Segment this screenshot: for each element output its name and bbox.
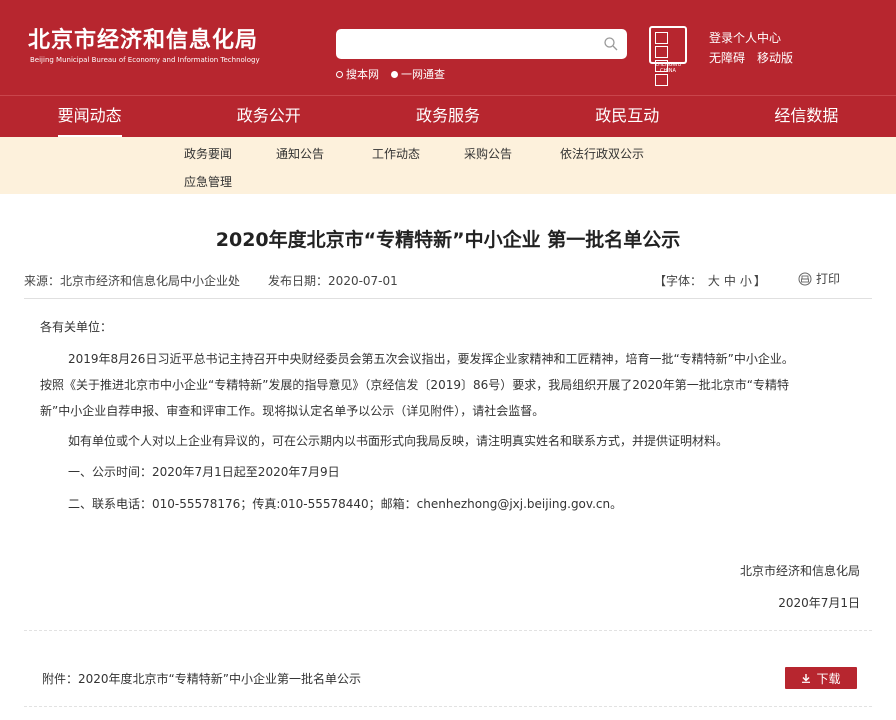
nav-news[interactable]: 要闻动态 (0, 96, 179, 137)
attachment-divider-bottom (24, 706, 872, 707)
nav-interaction[interactable]: 政民互动 (538, 96, 717, 137)
emblem-caption: ZHENGWU CHINA (654, 62, 682, 74)
accessibility-link[interactable]: 无障碍 (709, 48, 745, 68)
scope-site-radio[interactable]: 搜本网 (336, 66, 379, 82)
font-large-button[interactable]: 大 (708, 274, 720, 288)
subnav-work-updates[interactable]: 工作动态 (372, 145, 464, 162)
font-medium-button[interactable]: 中 (724, 274, 736, 288)
scope-all-radio[interactable]: 一网通查 (391, 66, 445, 82)
download-label: 下载 (816, 671, 841, 686)
paragraph-period: 一、公示时间：2020年7月1日起至2020年7月9日 (68, 465, 340, 479)
search-input[interactable] (346, 34, 596, 54)
date-value: 2020-07-01 (328, 274, 398, 288)
radio-off-icon (336, 70, 343, 78)
font-small-button[interactable]: 小 (740, 274, 752, 288)
personal-center-link[interactable]: 个人中心 (733, 31, 781, 45)
article-meta: 来源：北京市经济和信息化局中小企业处 发布日期：2020-07-01 (24, 272, 398, 289)
site-logo-title[interactable]: 北京市经济和信息化局 (28, 22, 258, 54)
font-size-control: 【字体： 大中小】 (654, 272, 766, 289)
search-scope: 搜本网 一网通查 (336, 66, 445, 82)
paragraph-1: 2019年8月26日习近平总书记主持召开中央财经委员会第五次会议指出，要发挥企业… (40, 346, 858, 424)
main-nav: 要闻动态 政务公开 政务服务 政民互动 经信数据 (0, 95, 896, 137)
printer-icon (798, 272, 812, 285)
date-label: 发布日期： (268, 274, 329, 288)
paragraph-2: 如有单位或个人对以上企业有异议的，可在公示期内以书面形式向我局反映，请注明真实姓… (68, 434, 729, 448)
zhengwu-emblem-icon[interactable] (649, 26, 687, 86)
nav-data[interactable]: 经信数据 (717, 96, 896, 137)
font-end: 】 (753, 274, 766, 288)
radio-on-icon (391, 70, 398, 78)
site-logo-subtitle: Beijing Municipal Bureau of Economy and … (30, 56, 260, 64)
paragraph-1-line: 按照《关于推进北京市中小企业“专精特新”发展的指导意见》（京经信发〔2019〕8… (40, 378, 790, 392)
greeting: 各有关单位： (40, 320, 113, 334)
top-links: 登录个人中心 无障碍 移动版 (709, 28, 793, 68)
scope-all-label: 一网通查 (401, 68, 445, 81)
download-icon (802, 674, 811, 683)
article-title: 2020年度北京市“专精特新”中小企业 第一批名单公示 (215, 229, 681, 251)
attachment-divider-top (24, 630, 872, 631)
mobile-version-link[interactable]: 移动版 (757, 48, 793, 68)
subnav-procurement[interactable]: 采购公告 (464, 145, 560, 162)
meta-divider (24, 298, 872, 299)
nav-gov-open[interactable]: 政务公开 (179, 96, 358, 137)
sub-nav: 政务要闻 通知公告 工作动态 采购公告 依法行政双公示 应急管理 (0, 137, 896, 194)
signature-date: 2020年7月1日 (778, 596, 860, 610)
signature-org: 北京市经济和信息化局 (739, 564, 860, 578)
paragraph-1-line: 2019年8月26日习近平总书记主持召开中央财经委员会第五次会议指出，要发挥企业… (68, 352, 794, 366)
subnav-gov-news[interactable]: 政务要闻 (184, 145, 276, 162)
attachment-link[interactable]: 附件：2020年度北京市“专精特新”中小企业第一批名单公示 (42, 670, 361, 687)
scope-site-label: 搜本网 (346, 68, 379, 81)
search-icon[interactable] (603, 36, 619, 52)
site-header: 北京市经济和信息化局 Beijing Municipal Bureau of E… (0, 0, 896, 95)
print-button[interactable]: 打印 (798, 270, 840, 287)
subnav-double-disclosure[interactable]: 依法行政双公示 (560, 145, 644, 162)
paragraph-1-line: 新”中小企业自荐申报、审查和评审工作。现将拟认定名单予以公示（详见附件），请社会… (40, 404, 545, 418)
subnav-notices[interactable]: 通知公告 (276, 145, 372, 162)
download-button[interactable]: 下载 (785, 667, 857, 689)
source-label: 来源： (24, 274, 61, 288)
search-box (336, 29, 627, 59)
nav-gov-service[interactable]: 政务服务 (358, 96, 537, 137)
login-link[interactable]: 登录 (709, 31, 733, 45)
source-value: 北京市经济和信息化局中小企业处 (60, 274, 241, 288)
print-label: 打印 (816, 272, 841, 286)
font-label: 【字体： (654, 274, 703, 288)
paragraph-contact: 二、联系电话：010-55578176；传真:010-55578440；邮箱：c… (68, 497, 623, 511)
subnav-emergency[interactable]: 应急管理 (184, 173, 232, 190)
